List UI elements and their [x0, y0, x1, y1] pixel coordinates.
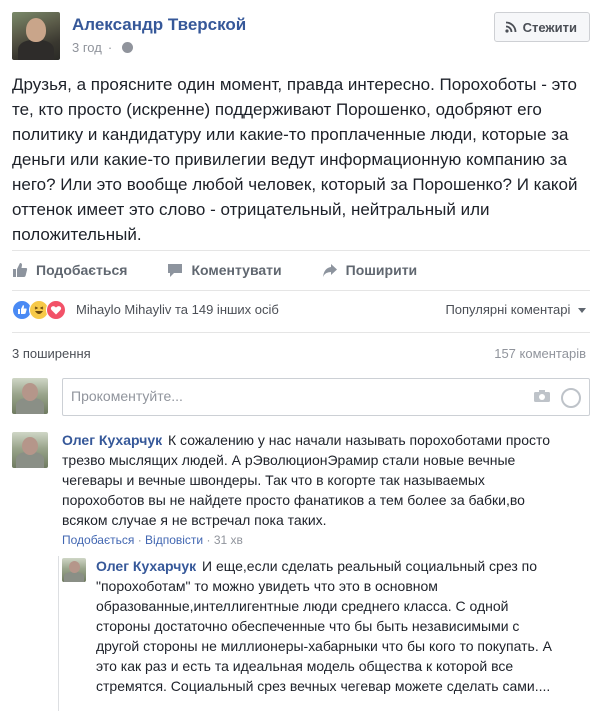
commenter-avatar[interactable] [12, 432, 48, 468]
comment-author[interactable]: Олег Кухарчук [62, 432, 162, 448]
avatar-face [26, 18, 46, 42]
emoji-icon[interactable] [561, 388, 581, 408]
love-reaction-icon [46, 300, 66, 320]
divider [12, 290, 590, 291]
avatar-body [64, 572, 84, 582]
thumbs-up-icon [13, 263, 28, 277]
comment-like-link[interactable]: Подобається [62, 533, 134, 547]
comments-count[interactable]: 157 коментарів [494, 346, 586, 361]
reply-text: И еще,если сделать реальный социальный с… [96, 558, 552, 694]
comment-input-box [62, 378, 590, 416]
reactions-bar: Mihaylo Mihayliv та 149 інших осіб Попул… [12, 298, 590, 324]
shares-count[interactable]: 3 поширення [12, 346, 91, 361]
comment-reply-link[interactable]: Відповісти [145, 533, 203, 547]
globe-icon[interactable] [122, 42, 134, 53]
comment-composer [12, 378, 590, 418]
meta-separator: · [206, 533, 211, 547]
camera-icon[interactable] [533, 389, 551, 403]
author-avatar[interactable] [12, 12, 60, 60]
like-label: Подобається [36, 262, 128, 278]
comment-sort-dropdown[interactable]: Популярні коментарі [445, 302, 586, 317]
author-name[interactable]: Александр Тверской [72, 15, 246, 35]
reply-avatar[interactable] [62, 558, 86, 582]
sort-label: Популярні коментарі [445, 302, 571, 317]
post-time[interactable]: 3 год [72, 40, 102, 55]
caret-down-icon [578, 308, 586, 314]
reply-body: Олег Кухарчук И еще,если сделать реальны… [96, 556, 566, 696]
post-actions: Подобається Коментувати Поширити [12, 258, 590, 282]
divider [12, 250, 590, 251]
avatar-body [18, 40, 54, 60]
avatar-face [69, 561, 80, 573]
reaction-icons[interactable] [12, 300, 66, 320]
follow-button[interactable]: Стежити [493, 12, 590, 42]
follow-label: Стежити [522, 19, 577, 35]
post-stats: 3 поширення 157 коментарів [12, 346, 590, 361]
like-button[interactable]: Подобається [12, 258, 127, 282]
comment-body: Олег Кухарчук К сожалению у нас начали н… [62, 430, 557, 547]
rss-icon [505, 21, 517, 33]
comment-time[interactable]: 31 хв [214, 533, 243, 547]
reply-content: Олег Кухарчук И еще,если сделать реальны… [96, 556, 566, 696]
meta-separator: · [107, 40, 113, 55]
share-arrow-icon [322, 264, 337, 277]
share-label: Поширити [345, 262, 418, 278]
comment-label: Коментувати [191, 262, 282, 278]
divider [12, 332, 590, 333]
reactions-summary[interactable]: Mihaylo Mihayliv та 149 інших осіб [76, 302, 279, 317]
post-header: Александр Тверской 3 год · Стежити [12, 12, 590, 62]
avatar-face [22, 383, 38, 401]
comment-meta: Подобається · Відповісти · 31 хв [62, 533, 557, 547]
comment-icon [168, 264, 183, 277]
viewer-avatar[interactable] [12, 378, 48, 414]
share-button[interactable]: Поширити [322, 258, 418, 282]
avatar-face [22, 437, 38, 455]
post-meta: 3 год · [72, 40, 134, 55]
comment-content: Олег Кухарчук К сожалению у нас начали н… [62, 430, 557, 530]
reply-thread-line [58, 556, 59, 711]
comment-input[interactable] [63, 379, 499, 413]
facebook-post-card: Александр Тверской 3 год · Стежити Друзь… [0, 0, 601, 711]
comment-button[interactable]: Коментувати [167, 258, 282, 282]
reply-author[interactable]: Олег Кухарчук [96, 558, 196, 574]
meta-separator: · [137, 533, 142, 547]
post-text: Друзья, а проясните один момент, правда … [12, 75, 578, 244]
